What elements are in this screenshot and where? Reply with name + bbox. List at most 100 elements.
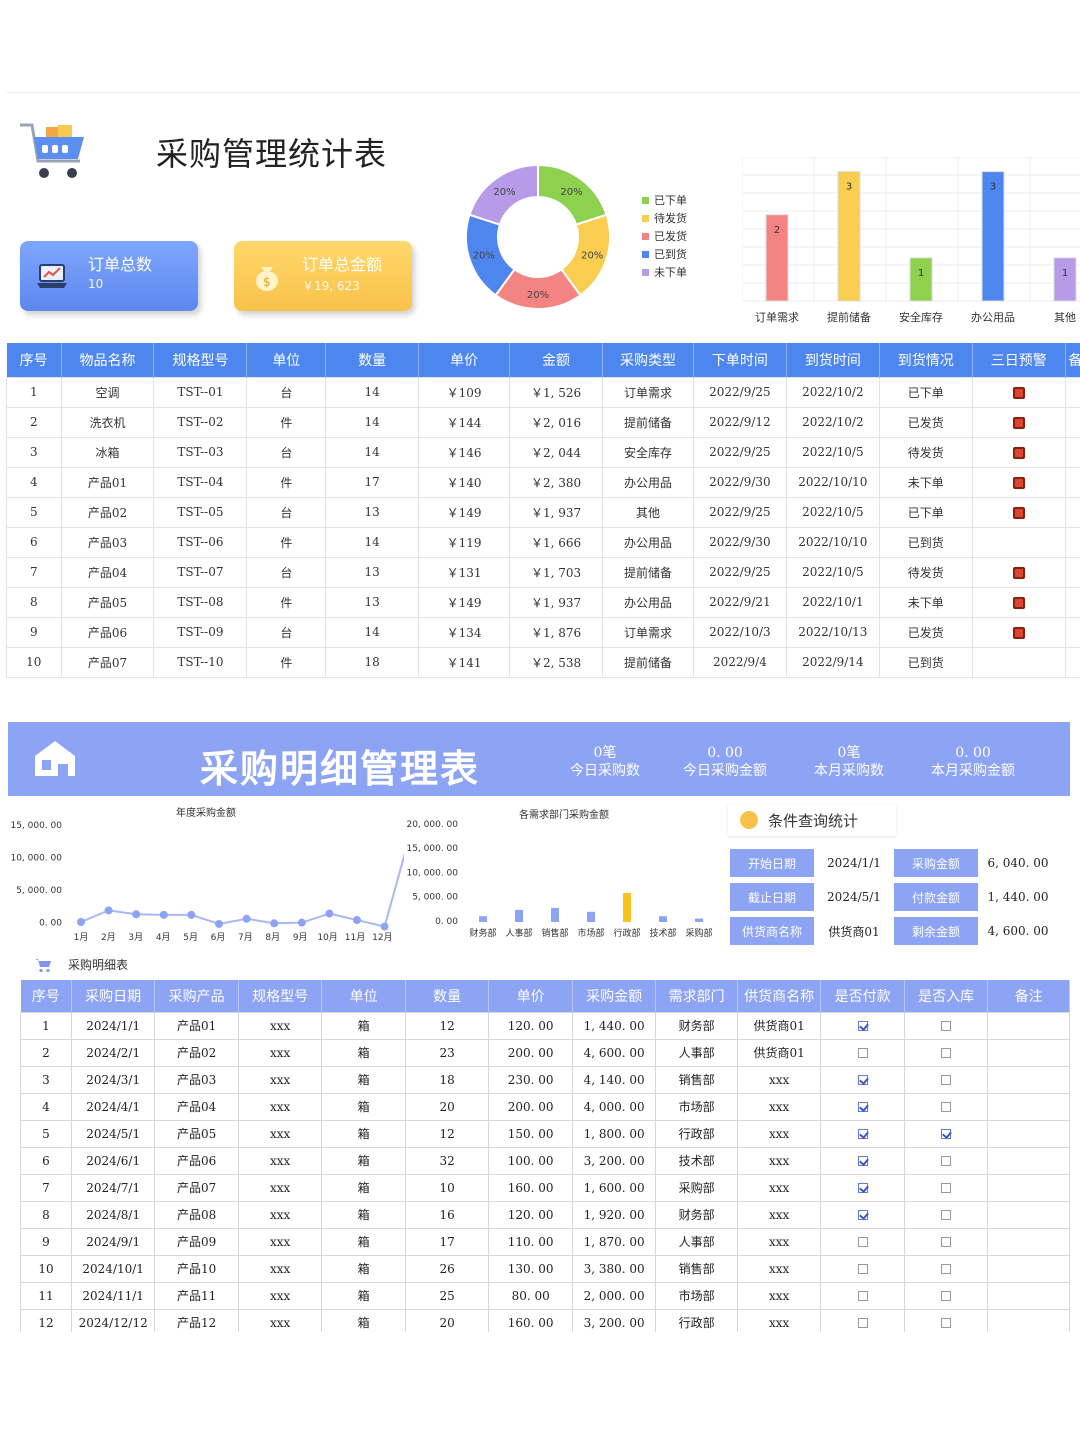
table-cell[interactable]: ￥2, 044 [509,436,604,468]
table-cell[interactable] [903,1200,989,1229]
table-cell[interactable]: 1 [6,376,62,408]
table-cell[interactable]: 16 [404,1200,490,1229]
table-cell[interactable] [903,1119,989,1148]
table-cell[interactable]: 其他 [602,496,694,528]
table-cell[interactable]: ￥144 [418,406,511,438]
stocked-checkbox[interactable] [941,1075,952,1085]
stocked-checkbox[interactable] [941,1237,952,1247]
table-cell[interactable]: 23 [404,1038,490,1067]
table-cell[interactable]: ￥1, 937 [509,586,604,618]
table-cell[interactable]: 财务部 [655,1200,738,1229]
table-cell[interactable]: 办公用品 [602,466,694,498]
table-cell[interactable]: ￥2, 380 [509,466,604,498]
table-cell[interactable] [820,1254,905,1283]
table-row[interactable]: 3 2024/3/1 产品03 xxx 箱 18 230. 00 4, 140. 00 销售部 x… [20,1065,1070,1094]
table-cell[interactable] [987,1092,1070,1121]
table-row[interactable]: 3 冰箱 TST--03 台 14 ￥146 ￥2, 044 安全库存 2022/9/25 202… [6,436,1080,468]
table-cell[interactable] [820,1281,905,1310]
order-count-card[interactable]: 订单总数 10 [20,241,198,311]
table-cell[interactable]: 2024/5/1 [70,1119,156,1148]
table-cell[interactable]: 采购部 [655,1173,738,1202]
table-cell[interactable]: 17 [325,466,420,498]
table-cell[interactable]: 2024/7/1 [70,1173,156,1202]
table-cell[interactable]: 8 [6,586,62,618]
table-row[interactable]: 10 产品07 TST--10 件 18 ￥141 ￥2, 538 提前储备 2022/9/4 2… [6,646,1080,678]
table-cell[interactable]: 待发货 [878,556,973,588]
table-cell[interactable]: xxx [237,1092,323,1121]
table-cell[interactable]: 已下单 [878,376,973,408]
table-cell[interactable]: xxx [237,1146,323,1175]
table-cell[interactable]: 2022/10/2 [785,376,880,408]
table-cell[interactable]: 2022/9/21 [692,586,787,618]
table-cell[interactable] [987,1281,1070,1310]
table-cell[interactable]: 提前储备 [602,646,694,678]
stocked-checkbox[interactable] [941,1210,952,1220]
table-cell[interactable]: TST--01 [153,376,248,408]
table-cell[interactable] [971,556,1066,588]
table-row[interactable]: 1 空调 TST--01 台 14 ￥109 ￥1, 526 订单需求 2022/9/25 202… [6,376,1080,408]
table-cell[interactable]: 产品07 [60,646,155,678]
table-cell[interactable]: 箱 [321,1173,406,1202]
column-header[interactable]: 是否入库 [904,980,989,1012]
table-cell[interactable]: 150. 00 [488,1119,573,1148]
table-cell[interactable]: 20 [404,1308,490,1332]
table-cell[interactable]: 1, 870. 00 [571,1227,657,1256]
table-row[interactable]: 5 2024/5/1 产品05 xxx 箱 12 150. 00 1, 800. 00 行政部 x… [20,1119,1070,1148]
table-cell[interactable]: xxx [736,1227,822,1256]
paid-checkbox[interactable] [857,1129,868,1139]
table-cell[interactable]: TST--04 [153,466,248,498]
table-cell[interactable]: 箱 [321,1146,406,1175]
table-cell[interactable]: 9 [20,1227,72,1256]
table-cell[interactable]: 2022/10/5 [785,556,880,588]
table-cell[interactable]: xxx [237,1038,323,1067]
table-cell[interactable]: xxx [736,1281,822,1310]
table-cell[interactable]: 2022/10/3 [692,616,787,648]
table-row[interactable]: 5 产品02 TST--05 台 13 ￥149 ￥1, 937 其他 2022/9/25 202… [6,496,1080,528]
column-header[interactable]: 备注 [987,980,1070,1012]
table-cell[interactable]: 4, 000. 00 [571,1092,657,1121]
table-cell[interactable] [1064,556,1080,588]
table-row[interactable]: 8 2024/8/1 产品08 xxx 箱 16 120. 00 1, 920. 00 财务部 x… [20,1200,1070,1229]
table-cell[interactable]: ￥1, 703 [509,556,604,588]
table-cell[interactable]: 10 [20,1254,72,1283]
table-cell[interactable] [971,406,1066,438]
table-cell[interactable]: ￥149 [418,496,511,528]
stocked-checkbox[interactable] [941,1183,952,1193]
paid-checkbox[interactable] [857,1264,868,1274]
column-header[interactable]: 单价 [488,980,573,1012]
column-header[interactable]: 备 [1065,343,1080,377]
table-cell[interactable]: 4 [6,466,62,498]
table-cell[interactable]: xxx [736,1146,822,1175]
table-cell[interactable]: ￥109 [418,376,511,408]
stocked-checkbox[interactable] [941,1021,952,1031]
table-cell[interactable]: 2022/9/25 [692,436,787,468]
table-cell[interactable]: 安全库存 [602,436,694,468]
table-row[interactable]: 1 2024/1/1 产品01 xxx 箱 12 120. 00 1, 440. 00 财务部供… [20,1011,1070,1040]
table-cell[interactable]: ￥131 [418,556,511,588]
table-cell[interactable] [903,1038,989,1067]
stocked-checkbox[interactable] [941,1264,952,1274]
paid-checkbox[interactable] [857,1183,868,1193]
table-row[interactable]: 7 产品04 TST--07 台 13 ￥131 ￥1, 703 提前储备 2022/9/25 2… [6,556,1080,588]
table-cell[interactable]: 4 [20,1092,72,1121]
table-cell[interactable] [971,616,1066,648]
table-cell[interactable] [1064,646,1080,678]
table-cell[interactable]: xxx [736,1200,822,1229]
table-cell[interactable]: 箱 [321,1254,406,1283]
table-cell[interactable]: 已到货 [878,526,973,558]
paid-checkbox[interactable] [857,1048,868,1058]
table-row[interactable]: 12 2024/12/12 产品12 xxx 箱 20 160. 00 3, 200. 00 行… [20,1308,1070,1332]
table-row[interactable]: 2 2024/2/1 产品02 xxx 箱 23 200. 00 4, 600. 00 人事部供… [20,1038,1070,1067]
table-cell[interactable]: 提前储备 [602,406,694,438]
table-cell[interactable]: 产品02 [60,496,155,528]
table-row[interactable]: 10 2024/10/1 产品10 xxx 箱 26 130. 00 3, 380. 00 销售… [20,1254,1070,1283]
table-cell[interactable]: 14 [325,616,420,648]
table-cell[interactable]: 箱 [321,1065,406,1094]
table-cell[interactable]: 10 [6,646,62,678]
table-cell[interactable]: 冰箱 [60,436,155,468]
table-cell[interactable] [820,1308,905,1332]
table-cell[interactable]: 行政部 [655,1119,738,1148]
table-cell[interactable]: TST--02 [153,406,248,438]
table-cell[interactable]: 5 [20,1119,72,1148]
table-cell[interactable]: xxx [237,1308,323,1332]
